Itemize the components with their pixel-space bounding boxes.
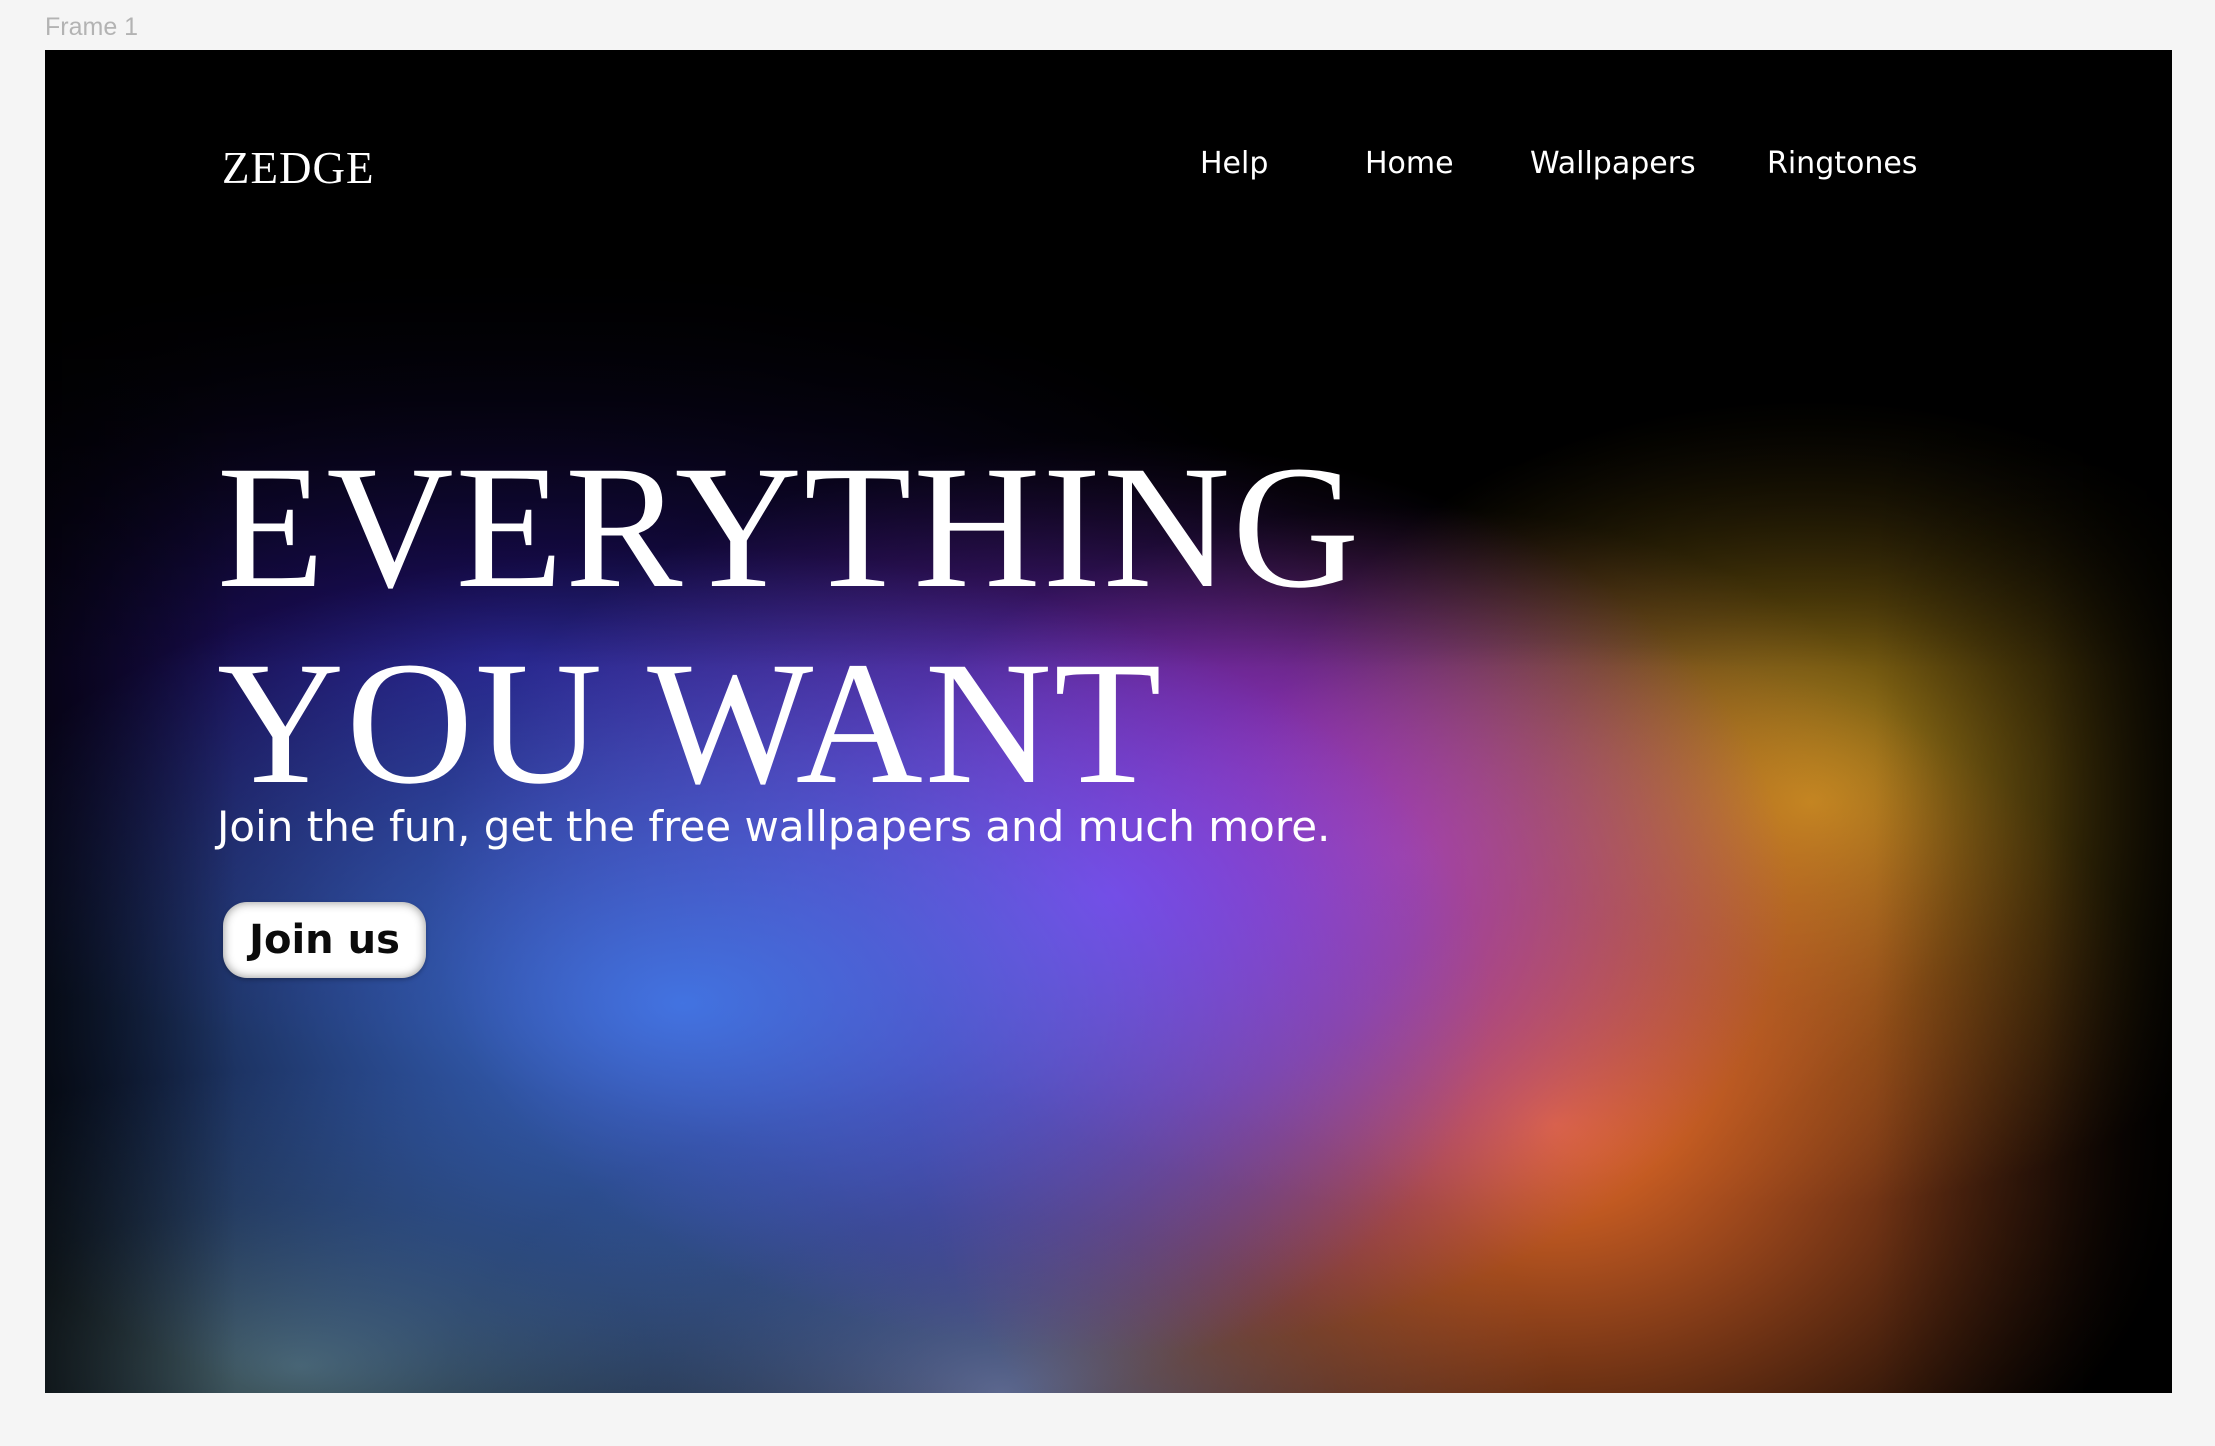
join-us-button[interactable]: Join us <box>223 902 426 978</box>
nav-link-ringtones[interactable]: Ringtones <box>1767 149 1917 179</box>
nav-link-help[interactable]: Help <box>1200 149 1268 179</box>
nav-link-wallpapers[interactable]: Wallpapers <box>1530 149 1696 179</box>
landing-page-frame: ZEDGE Help Home Wallpapers Ringtones EVE… <box>45 50 2172 1393</box>
hero-title: EVERYTHING YOU WANT <box>217 430 1361 822</box>
frame-label: Frame 1 <box>45 13 139 41</box>
hero-subtitle: Join the fun, get the free wallpapers an… <box>217 802 1331 851</box>
hero-title-line-2: YOU WANT <box>217 626 1164 821</box>
top-navigation: ZEDGE Help Home Wallpapers Ringtones <box>45 50 2172 250</box>
zedge-logo[interactable]: ZEDGE <box>222 146 374 191</box>
nav-link-home[interactable]: Home <box>1365 149 1454 179</box>
hero-title-line-1: EVERYTHING <box>217 430 1362 625</box>
